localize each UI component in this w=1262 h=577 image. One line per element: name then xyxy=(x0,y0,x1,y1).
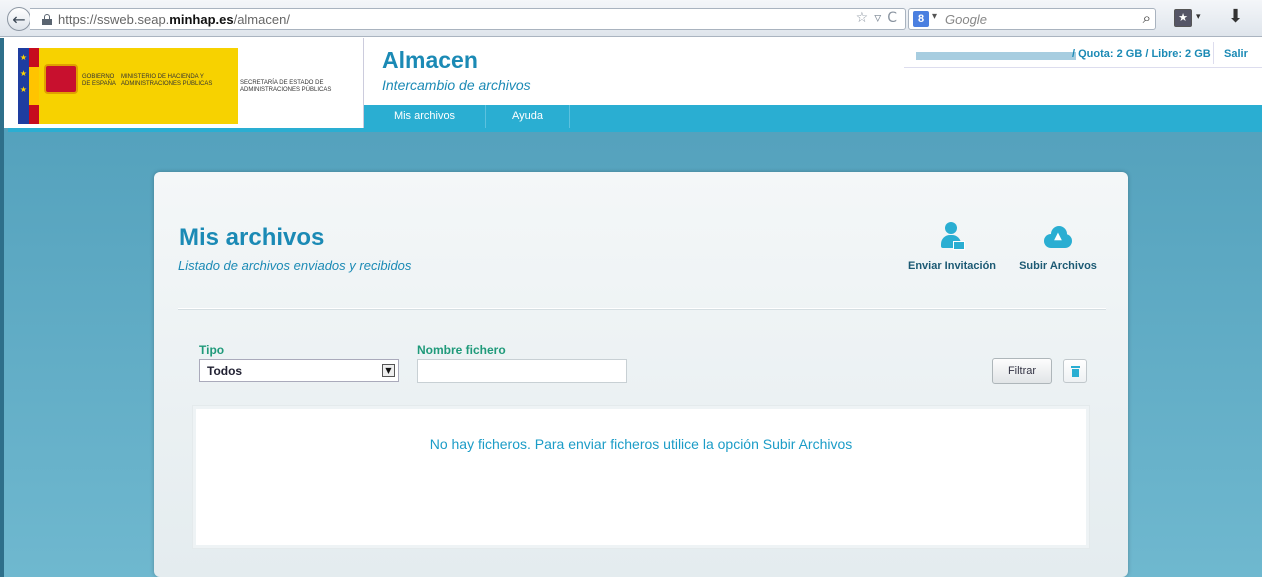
main-nav: Mis archivos Ayuda xyxy=(364,105,1262,128)
download-icon[interactable]: ⬇ xyxy=(1228,6,1243,27)
type-select[interactable]: Todos ▼ xyxy=(199,359,399,382)
page-title: Mis archivos xyxy=(179,224,325,251)
filename-input[interactable] xyxy=(417,359,627,383)
quota-text: / Quota: 2 GB / Libre: 2 GB xyxy=(1072,48,1211,60)
bookmarks-icon[interactable]: ★ xyxy=(1174,9,1192,27)
divider xyxy=(178,308,1106,309)
user-name-redacted xyxy=(916,52,1076,60)
type-select-value: Todos xyxy=(207,364,243,378)
lock-icon xyxy=(42,14,52,25)
browser-toolbar: ← https://ssweb.seap.minhap.es/almacen/ … xyxy=(0,0,1262,37)
upload-files-label: Subir Archivos xyxy=(1019,260,1097,272)
dropdown-icon[interactable]: ▿ xyxy=(874,10,881,26)
search-icon[interactable]: ⌕ xyxy=(1143,9,1151,27)
back-button[interactable]: ← xyxy=(7,7,31,31)
logout-link[interactable]: Salir xyxy=(1224,48,1248,60)
files-list: No hay ficheros. Para enviar ficheros ut… xyxy=(192,405,1090,549)
search-engine-dropdown-icon[interactable]: ▾ xyxy=(932,11,937,22)
empty-message: No hay ficheros. Para enviar ficheros ut… xyxy=(429,436,853,452)
clear-filter-button[interactable] xyxy=(1063,359,1087,383)
send-invitation-button[interactable]: Enviar Invitación xyxy=(902,222,1002,272)
type-label: Tipo xyxy=(199,343,225,357)
search-engine-icon[interactable]: 8 xyxy=(913,11,929,27)
user-quota-area: / Quota: 2 GB / Libre: 2 GB Salir xyxy=(904,38,1262,68)
logo-secretariat-text: SECRETARÍA DE ESTADO DE ADMINISTRACIONES… xyxy=(240,80,332,93)
app-title: Almacen xyxy=(382,47,478,73)
header-underline xyxy=(8,128,1262,132)
reload-icon[interactable]: C xyxy=(887,10,897,26)
coat-of-arms-icon xyxy=(44,64,78,94)
trash-icon xyxy=(1071,366,1080,377)
user-invite-icon xyxy=(940,222,965,254)
spain-flag-icon xyxy=(29,48,39,124)
filename-label: Nombre fichero xyxy=(417,343,506,357)
files-panel: Mis archivos Listado de archivos enviado… xyxy=(154,172,1128,577)
page-subtitle: Listado de archivos enviados y recibidos xyxy=(178,258,412,273)
url-bar[interactable]: https://ssweb.seap.minhap.es/almacen/ ☆ … xyxy=(30,8,906,30)
logo-gov-text: GOBIERNO DE ESPAÑA xyxy=(82,74,116,87)
send-invitation-label: Enviar Invitación xyxy=(907,260,997,272)
star-icon[interactable]: ☆ xyxy=(856,10,869,26)
search-placeholder: Google xyxy=(945,12,987,27)
cloud-upload-icon: ▲ xyxy=(1042,222,1074,254)
site-header: ★ ★ ★ GOBIERNO DE ESPAÑA MINISTERIO DE HAC… xyxy=(4,38,1262,128)
url-text[interactable]: https://ssweb.seap.minhap.es/almacen/ xyxy=(58,12,290,27)
logo-ministry-text: MINISTERIO DE HACIENDA Y ADMINISTRACIONE… xyxy=(121,74,213,87)
chevron-down-icon[interactable]: ▼ xyxy=(382,364,395,377)
government-logo: ★ ★ ★ GOBIERNO DE ESPAÑA MINISTERIO DE HAC… xyxy=(8,38,364,128)
nav-item-mis-archivos[interactable]: Mis archivos xyxy=(364,105,486,128)
upload-files-button[interactable]: ▲ Subir Archivos xyxy=(1008,222,1108,272)
app-subtitle: Intercambio de archivos xyxy=(382,77,531,93)
bookmarks-dropdown-icon[interactable]: ▾ xyxy=(1196,12,1201,22)
browser-search-box[interactable]: 8 ▾ Google ⌕ xyxy=(908,8,1156,30)
eu-flag-icon: ★ ★ ★ xyxy=(18,48,29,124)
filter-button[interactable]: Filtrar xyxy=(992,358,1052,384)
back-arrow-icon: ← xyxy=(12,9,26,29)
page-background: ★ ★ ★ GOBIERNO DE ESPAÑA MINISTERIO DE HAC… xyxy=(0,38,1262,577)
nav-item-ayuda[interactable]: Ayuda xyxy=(486,105,570,128)
